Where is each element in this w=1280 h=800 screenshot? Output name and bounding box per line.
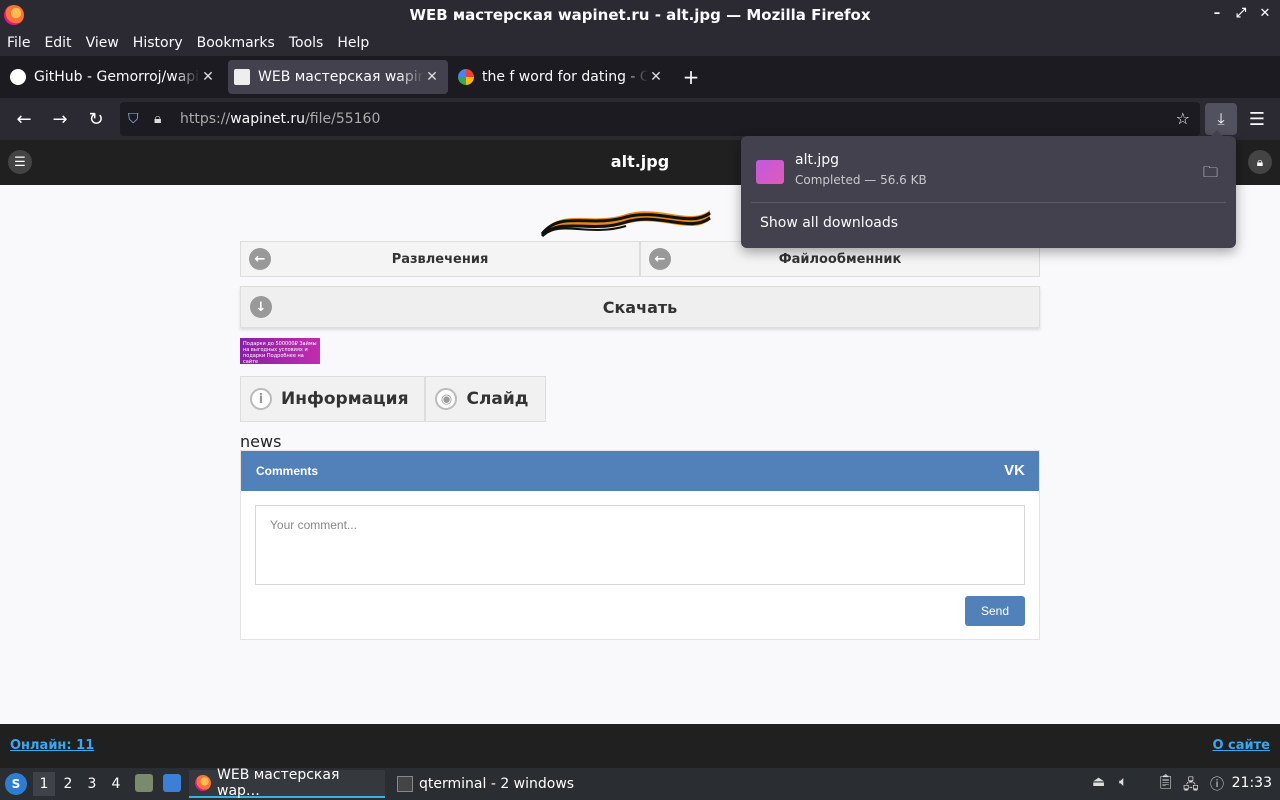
arrow-left-icon: ← bbox=[249, 248, 271, 270]
comments-widget: Comments VK Send bbox=[240, 450, 1040, 640]
google-icon bbox=[458, 69, 474, 85]
firefox-logo-icon bbox=[4, 5, 24, 25]
clipboard-icon[interactable]: 📋︎ bbox=[1157, 774, 1175, 790]
task-label: qterminal - 2 windows bbox=[419, 776, 575, 792]
menu-tools[interactable]: Tools bbox=[289, 35, 324, 51]
notification-icon[interactable]: ⓘ bbox=[1210, 774, 1224, 794]
tab-github[interactable]: GitHub - Gemorroj/wapinet ✕ bbox=[4, 60, 224, 94]
terminal-icon bbox=[397, 776, 413, 792]
url-bar[interactable]: ⛉ 🔒︎ https://wapinet.ru/file/55160 ☆ bbox=[120, 102, 1200, 136]
tab-close-icon[interactable]: ✕ bbox=[648, 69, 664, 85]
info-icon: i bbox=[250, 388, 272, 410]
system-taskbar: S 1 2 3 4 WEB мастерская wap… qterminal … bbox=[0, 767, 1280, 800]
menu-bookmarks[interactable]: Bookmarks bbox=[197, 35, 275, 51]
window-controls: – ⤢ ✕ bbox=[1210, 6, 1272, 21]
new-tab-icon[interactable]: + bbox=[676, 65, 706, 89]
online-count-link[interactable]: Онлайн: 11 bbox=[10, 738, 94, 753]
tab-label: WEB мастерская wapinet.ru bbox=[258, 69, 424, 85]
st-george-ribbon-image bbox=[540, 210, 711, 238]
nav-label: Файлообменник bbox=[778, 251, 902, 267]
navigation-toolbar: ← → ↻ ⛉ 🔒︎ https://wapinet.ru/file/55160… bbox=[0, 98, 1280, 140]
tab-label: Информация bbox=[281, 389, 409, 409]
url-text[interactable]: https://wapinet.ru/file/55160 bbox=[180, 111, 380, 127]
download-status: Completed — 56.6 KB bbox=[795, 173, 927, 187]
vk-logo-icon[interactable]: VK bbox=[1004, 462, 1025, 479]
forward-icon[interactable]: → bbox=[44, 103, 76, 135]
nav-label: Развлечения bbox=[391, 251, 489, 267]
reload-icon[interactable]: ↻ bbox=[80, 103, 112, 135]
tab-wapinet[interactable]: WEB мастерская wapinet.ru ✕ bbox=[228, 60, 448, 94]
arrow-down-icon: ↓ bbox=[250, 296, 272, 318]
send-button[interactable]: Send bbox=[965, 596, 1025, 626]
workspace-4[interactable]: 4 bbox=[105, 772, 127, 796]
file-manager-icon[interactable] bbox=[135, 774, 153, 792]
tab-close-icon[interactable]: ✕ bbox=[200, 69, 216, 85]
window-titlebar: WEB мастерская wapinet.ru - alt.jpg — Mo… bbox=[0, 0, 1280, 30]
taskbar-firefox[interactable]: WEB мастерская wap… bbox=[189, 767, 385, 799]
comments-header: Comments VK bbox=[241, 451, 1039, 491]
show-all-downloads-button[interactable]: Show all downloads bbox=[760, 215, 898, 231]
tracking-shield-icon[interactable]: ⛉ bbox=[128, 111, 146, 127]
news-label: news bbox=[240, 432, 282, 451]
hamburger-menu-icon[interactable]: ☰ bbox=[1243, 103, 1271, 135]
about-link[interactable]: О сайте bbox=[1212, 738, 1270, 753]
file-tabs: i Информация ◉ Слайд bbox=[240, 376, 546, 422]
lock-icon[interactable]: 🔒︎ bbox=[154, 111, 172, 127]
site-footer: Онлайн: 11 О сайте bbox=[0, 724, 1280, 768]
tab-label: Слайд bbox=[466, 389, 529, 409]
camera-icon: ◉ bbox=[435, 388, 458, 410]
menu-file[interactable]: File bbox=[7, 35, 30, 51]
network-icon[interactable]: 🖧 bbox=[1183, 774, 1199, 798]
image-file-icon bbox=[756, 160, 784, 184]
back-icon[interactable]: ← bbox=[8, 103, 40, 135]
tab-close-icon[interactable]: ✕ bbox=[424, 69, 440, 85]
arrow-left-icon: ← bbox=[649, 248, 671, 270]
tab-bar: GitHub - Gemorroj/wapinet ✕ WEB мастерск… bbox=[0, 56, 1280, 98]
tab-label: GitHub - Gemorroj/wapinet bbox=[34, 69, 200, 85]
firefox-icon bbox=[195, 775, 211, 791]
comments-title: Comments bbox=[256, 464, 319, 478]
downloads-panel: alt.jpg Completed — 56.6 KB 🗀 Show all d… bbox=[741, 130, 1236, 248]
task-label: WEB мастерская wap… bbox=[217, 767, 340, 799]
github-icon bbox=[10, 69, 26, 85]
tab-slide[interactable]: ◉ Слайд bbox=[425, 376, 546, 422]
panel-divider bbox=[751, 202, 1226, 203]
download-label: Скачать bbox=[602, 297, 678, 317]
taskbar-qterminal[interactable]: qterminal - 2 windows bbox=[391, 770, 580, 798]
minimize-icon[interactable]: – bbox=[1210, 6, 1224, 21]
tab-google[interactable]: the f word for dating - Google ✕ bbox=[452, 60, 672, 94]
menu-bar: File Edit View History Bookmarks Tools H… bbox=[0, 30, 1280, 56]
desktop-icon[interactable] bbox=[163, 774, 181, 792]
menu-help[interactable]: Help bbox=[337, 35, 369, 51]
download-button[interactable]: ↓ Скачать bbox=[240, 286, 1040, 328]
comment-input[interactable] bbox=[255, 505, 1025, 585]
clock: 21:33 bbox=[1231, 775, 1272, 791]
workspace-2[interactable]: 2 bbox=[57, 772, 79, 796]
wapinet-icon bbox=[234, 69, 250, 85]
tray-storage-icon[interactable]: ⏏ bbox=[1092, 774, 1105, 790]
workspace-1[interactable]: 1 bbox=[33, 772, 55, 796]
download-file-name[interactable]: alt.jpg bbox=[795, 152, 839, 168]
menu-edit[interactable]: Edit bbox=[44, 35, 71, 51]
ad-banner-text: Подарки до 500000₽ Займы на выгодных усл… bbox=[243, 341, 317, 364]
site-login-icon[interactable]: 🔒︎ bbox=[1248, 150, 1272, 174]
menu-view[interactable]: View bbox=[86, 35, 119, 51]
tab-label: the f word for dating - Google bbox=[482, 69, 648, 85]
open-folder-icon[interactable]: 🗀 bbox=[1203, 162, 1218, 187]
volume-icon[interactable]: 🔈︎ bbox=[1119, 774, 1127, 790]
tab-information[interactable]: i Информация bbox=[240, 376, 426, 422]
start-menu-icon[interactable]: S bbox=[5, 773, 27, 795]
menu-history[interactable]: History bbox=[133, 35, 183, 51]
workspace-3[interactable]: 3 bbox=[81, 772, 103, 796]
bookmark-star-icon[interactable]: ☆ bbox=[1176, 109, 1190, 128]
nav-entertainment-button[interactable]: ← Развлечения bbox=[240, 241, 640, 277]
window-title: WEB мастерская wapinet.ru - alt.jpg — Mo… bbox=[409, 6, 871, 24]
close-icon[interactable]: ✕ bbox=[1258, 6, 1272, 21]
ad-banner[interactable]: Подарки до 500000₽ Займы на выгодных усл… bbox=[240, 338, 320, 364]
maximize-icon[interactable]: ⤢ bbox=[1234, 6, 1248, 21]
